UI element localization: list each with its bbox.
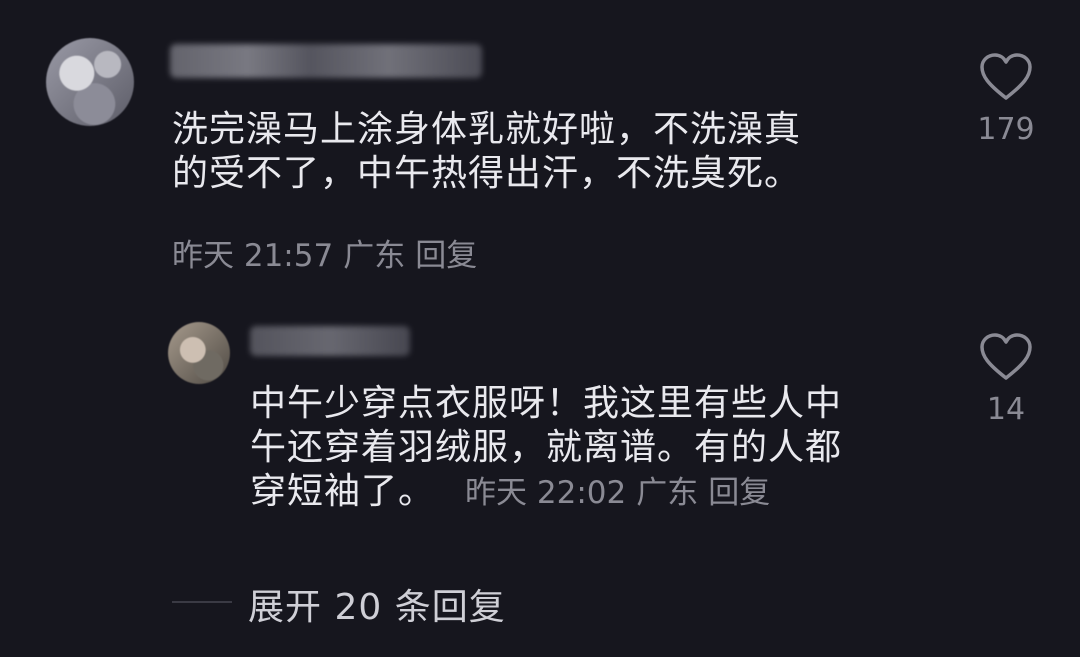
like-count: 14 [986, 392, 1026, 427]
reply-location: 广东 [636, 475, 699, 511]
reply-text-line: 午还穿着羽绒服，就离谱。有的人都 [250, 427, 843, 468]
reply-button[interactable]: 回复 [415, 238, 477, 274]
reply-button[interactable]: 回复 [708, 475, 770, 511]
username-blurred[interactable] [170, 44, 482, 78]
comment-text: 洗完澡马上涂身体乳就好啦，不洗澡真 的受不了，中午热得出汗，不洗臭死。 [172, 108, 912, 196]
like-button[interactable]: 14 [966, 332, 1046, 427]
like-button[interactable]: 179 [966, 52, 1046, 147]
divider [172, 601, 232, 603]
avatar[interactable] [168, 322, 230, 384]
reply-time: 昨天 22:02 [465, 475, 627, 511]
expand-replies-button[interactable]: 展开 20 条回复 [248, 578, 506, 630]
comment-location: 广东 [343, 238, 406, 274]
reply-meta: 昨天 22:02 广东 回复 [465, 475, 770, 511]
username-blurred[interactable] [250, 326, 410, 356]
avatar[interactable] [46, 38, 134, 126]
reply-text-line: 中午少穿点衣服呀！我这里有些人中 [250, 383, 843, 424]
reply-text-line: 穿短袖了。 昨天 22:02 广东 回复 [250, 470, 930, 515]
comment-time: 昨天 21:57 [172, 238, 334, 274]
comment-text-line: 的受不了，中午热得出汗，不洗臭死。 [172, 153, 802, 194]
like-count: 179 [977, 112, 1035, 147]
reply-text-end: 穿短袖了。 [250, 471, 436, 512]
heart-icon [980, 333, 1032, 380]
comment-text-line: 洗完澡马上涂身体乳就好啦，不洗澡真 [172, 109, 802, 150]
reply-text: 中午少穿点衣服呀！我这里有些人中 午还穿着羽绒服，就离谱。有的人都 穿短袖了。昨… [250, 382, 930, 515]
comment-meta: 昨天 21:57 广东 回复 [172, 230, 477, 275]
heart-icon [980, 53, 1032, 100]
